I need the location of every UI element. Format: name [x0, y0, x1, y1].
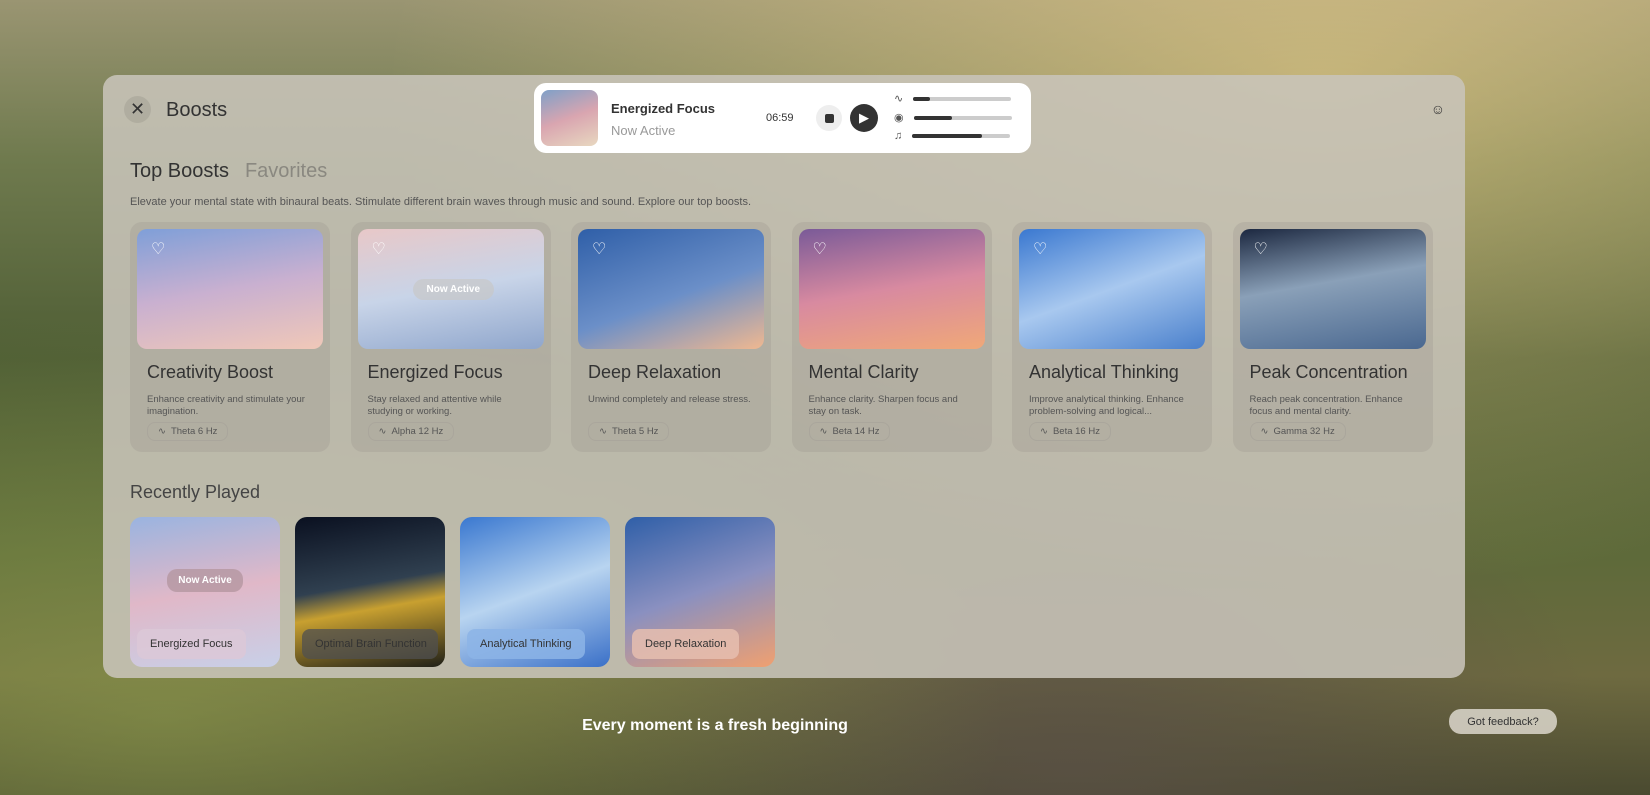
- boost-description: Improve analytical thinking. Enhance pro…: [1029, 394, 1184, 417]
- frequency-label: Beta 14 Hz: [832, 426, 880, 437]
- waveform-icon: ∿: [599, 426, 607, 437]
- boost-card[interactable]: ♡ Creativity Boost Enhance creativity an…: [130, 222, 330, 452]
- tab-top-boosts[interactable]: Top Boosts: [130, 160, 229, 183]
- frequency-label: Theta 5 Hz: [611, 426, 659, 437]
- waveform-icon: ∿: [1260, 426, 1269, 437]
- section-description: Elevate your mental state with binaural …: [130, 196, 752, 208]
- close-icon: ✕: [129, 99, 146, 119]
- waveform-icon: ∿: [158, 426, 166, 437]
- now-active-badge: Now Active: [167, 569, 243, 592]
- recent-label: Energized Focus: [137, 629, 246, 659]
- time-remaining: 06:59: [766, 112, 794, 124]
- boost-name: Mental Clarity: [808, 362, 919, 382]
- boost-card[interactable]: ♡ Deep Relaxation Unwind completely and …: [571, 222, 771, 452]
- boost-description: Enhance clarity. Sharpen focus and stay …: [808, 394, 958, 417]
- boost-image: ♡: [578, 229, 764, 349]
- heart-icon[interactable]: ♡: [1254, 239, 1268, 259]
- play-icon: ▶: [859, 110, 869, 125]
- recent-label: Analytical Thinking: [467, 629, 585, 659]
- slider-target[interactable]: ◉: [894, 111, 1012, 124]
- target-icon: ◉: [894, 112, 904, 124]
- play-button[interactable]: ▶: [850, 104, 878, 132]
- boost-image: ♡ Now Active: [357, 229, 544, 349]
- boost-description: Stay relaxed and attentive while studyin…: [367, 394, 502, 417]
- frequency-chip: ∿ Beta 16 Hz: [1029, 422, 1111, 441]
- recent-tile[interactable]: Deep Relaxation: [625, 517, 775, 667]
- waveform-icon: ∿: [1040, 426, 1048, 437]
- boost-card[interactable]: ♡ Analytical Thinking Improve analytical…: [1012, 222, 1212, 452]
- boost-image: ♡: [137, 229, 323, 349]
- boost-name: Creativity Boost: [147, 362, 274, 382]
- frequency-chip: ∿ Gamma 32 Hz: [1249, 422, 1346, 441]
- motto-text: Every moment is a fresh beginning: [582, 717, 848, 734]
- recent-tile[interactable]: Optimal Brain Function: [295, 517, 445, 667]
- track-title: Energized Focus: [611, 101, 716, 116]
- frequency-label: Alpha 12 Hz: [391, 426, 444, 437]
- feedback-button[interactable]: Got feedback?: [1449, 709, 1557, 734]
- music-icon: ♫: [894, 130, 903, 142]
- boost-image: ♡: [1239, 229, 1426, 349]
- frequency-chip: ∿ Beta 14 Hz: [808, 422, 891, 441]
- boost-name: Analytical Thinking: [1029, 362, 1179, 382]
- recent-label: Optimal Brain Function: [302, 629, 438, 659]
- heart-icon[interactable]: ♡: [1033, 239, 1047, 259]
- track-status: Now Active: [611, 123, 676, 138]
- track-artwork: [541, 90, 598, 146]
- recent-label: Deep Relaxation: [632, 629, 740, 659]
- close-button[interactable]: ✕: [124, 96, 151, 123]
- frequency-label: Theta 6 Hz: [170, 426, 218, 437]
- heart-icon[interactable]: ♡: [813, 239, 827, 259]
- now-active-badge: Now Active: [412, 279, 495, 300]
- waveform-icon: ∿: [894, 93, 904, 105]
- heart-icon[interactable]: ♡: [372, 239, 386, 259]
- recently-played-title: Recently Played: [130, 482, 261, 502]
- waveform-icon: ∿: [378, 426, 387, 437]
- waveform-icon: ∿: [819, 426, 828, 437]
- slider-waveform[interactable]: ∿: [894, 92, 1012, 105]
- page-title: Boosts: [166, 99, 228, 121]
- heart-icon[interactable]: ♡: [592, 239, 606, 259]
- heart-icon[interactable]: ♡: [151, 239, 165, 259]
- boost-description: Reach peak concentration. Enhance focus …: [1249, 394, 1403, 417]
- slider-music[interactable]: ♫: [894, 130, 1011, 142]
- recent-tile[interactable]: Now Active Energized Focus: [130, 517, 280, 667]
- boost-name: Energized Focus: [367, 362, 503, 382]
- recent-tile[interactable]: Analytical Thinking: [460, 517, 610, 667]
- boost-card[interactable]: ♡ Now Active Energized Focus Stay relaxed…: [350, 222, 551, 452]
- frequency-chip: ∿ Theta 6 Hz: [147, 422, 229, 441]
- tab-favorites[interactable]: Favorites: [245, 160, 327, 183]
- boost-image: ♡: [1019, 229, 1205, 349]
- now-playing-bar: Energized Focus Now Active 06:59 ▶ ∿ ◉ ♫: [534, 83, 1031, 153]
- smiley-icon[interactable]: ☺: [1431, 101, 1445, 117]
- boost-card[interactable]: ♡ Peak Concentration Reach peak concentr…: [1232, 222, 1433, 452]
- boost-name: Peak Concentration: [1249, 362, 1408, 382]
- boost-name: Deep Relaxation: [588, 362, 722, 382]
- frequency-chip: ∿ Alpha 12 Hz: [367, 422, 455, 441]
- boost-description: Unwind completely and release stress.: [588, 394, 751, 405]
- stop-button[interactable]: [816, 105, 842, 131]
- frequency-label: Gamma 32 Hz: [1273, 426, 1335, 437]
- frequency-chip: ∿ Theta 5 Hz: [588, 422, 670, 441]
- frequency-label: Beta 16 Hz: [1052, 426, 1100, 437]
- boosts-panel: ✕ Boosts ☺ Top Boosts Favorites Elevate …: [103, 75, 1465, 678]
- stop-icon: [824, 113, 834, 123]
- boost-card[interactable]: ♡ Mental Clarity Enhance clarity. Sharpe…: [791, 222, 992, 452]
- boost-description: Enhance creativity and stimulate your im…: [147, 394, 305, 417]
- boost-image: ♡: [798, 229, 985, 349]
